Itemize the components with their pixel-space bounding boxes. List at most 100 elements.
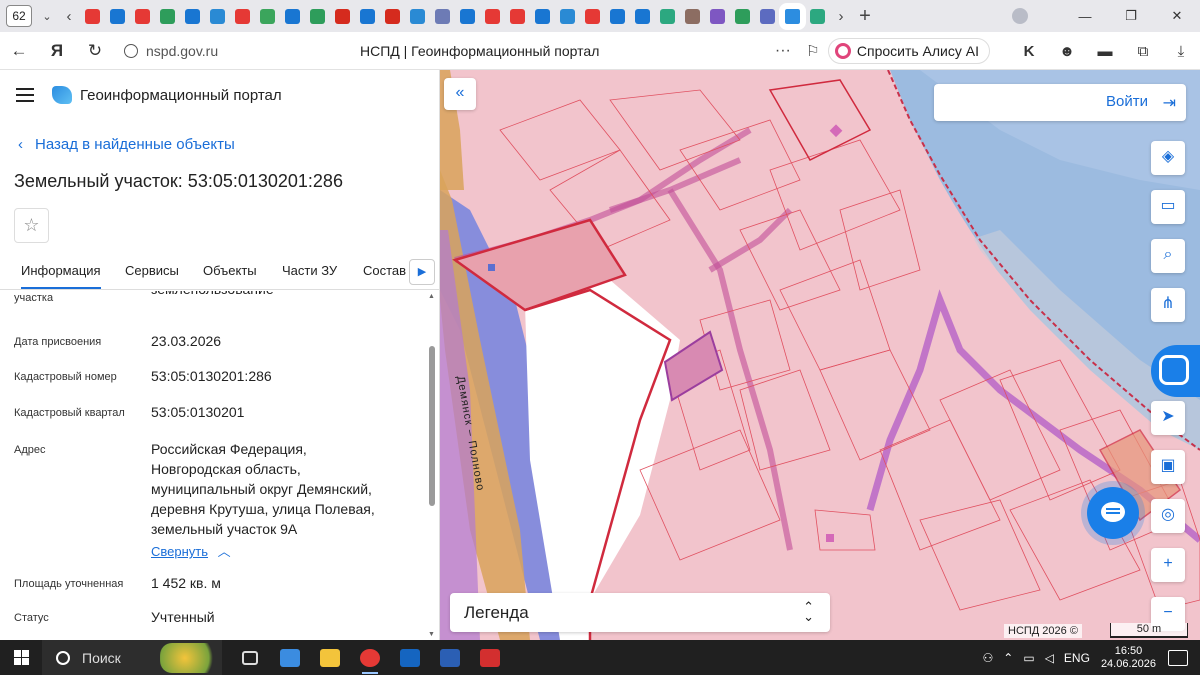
doc-icon[interactable] <box>610 8 625 24</box>
network-icon[interactable]: ▭ <box>1023 651 1034 665</box>
tabs-next-icon[interactable]: ▶ <box>409 259 435 285</box>
map-canvas[interactable] <box>440 70 1200 640</box>
downloads-icon[interactable]: ⤓ <box>1162 43 1200 60</box>
language-indicator[interactable]: ENG <box>1064 651 1090 665</box>
ask-alice-button[interactable]: Спросить Алису AI <box>827 38 990 64</box>
panel-scrollbar[interactable]: ▲ ▼ <box>428 291 436 640</box>
reload-icon[interactable]: ↻ <box>76 41 114 61</box>
bookmark-icon[interactable]: ⚐ <box>798 42 828 60</box>
tab-parts[interactable]: Части ЗУ <box>282 263 337 278</box>
puzzle-icon[interactable] <box>810 8 825 24</box>
app-icon[interactable] <box>710 8 725 24</box>
flag-icon[interactable] <box>385 8 400 24</box>
image-icon[interactable] <box>410 8 425 24</box>
tab-services[interactable]: Сервисы <box>125 263 179 278</box>
file-explorer-icon[interactable] <box>310 640 350 675</box>
locate-icon[interactable]: ➤ <box>1151 401 1185 435</box>
app-icon[interactable] <box>460 8 475 24</box>
people-icon[interactable]: ⚇ <box>983 651 994 665</box>
image-icon[interactable] <box>560 8 575 24</box>
share-icon[interactable]: ⋔ <box>1151 288 1185 322</box>
yandex-icon[interactable]: Я <box>38 41 76 61</box>
scroll-up-icon[interactable]: ▲ <box>428 293 435 300</box>
pdf-icon[interactable] <box>510 8 525 24</box>
store-icon[interactable] <box>270 640 310 675</box>
volume-icon[interactable]: ◁ <box>1045 651 1054 665</box>
feedback-badge[interactable] <box>1151 345 1200 397</box>
cadastral-map[interactable] <box>440 70 1200 640</box>
extension-k-icon[interactable]: K <box>1010 43 1048 60</box>
scroll-thumb[interactable] <box>429 346 435 506</box>
pdf-icon[interactable] <box>135 8 150 24</box>
collapse-address-link[interactable]: Свернуть ︿ <box>151 541 231 560</box>
tray-chevron-icon[interactable]: ⌃ <box>1003 651 1013 665</box>
yandex-browser-icon[interactable] <box>350 640 390 675</box>
chevron-left-icon: ‹ <box>18 136 23 153</box>
image-icon[interactable] <box>210 8 225 24</box>
check-icon[interactable] <box>260 8 275 24</box>
app-icon[interactable] <box>735 8 750 24</box>
word-icon[interactable] <box>430 640 470 675</box>
favorite-star-icon[interactable]: ☆ <box>14 208 49 243</box>
emblem-icon[interactable] <box>435 8 450 24</box>
browser-tab-strip: 62 ⌄ ‹ › + — ❐ ✕ <box>0 0 1200 32</box>
menu-icon[interactable] <box>16 88 34 102</box>
extension-dark-icon[interactable]: ▬ <box>1086 43 1124 60</box>
chat-button[interactable] <box>1087 487 1139 539</box>
scroll-down-icon[interactable]: ▼ <box>428 631 435 638</box>
restore-icon[interactable]: ❐ <box>1108 8 1154 24</box>
print-icon[interactable]: ▣ <box>1151 450 1185 484</box>
login-button[interactable]: Войти ⇥ <box>934 84 1186 121</box>
app-icon[interactable] <box>285 8 300 24</box>
collapse-panel-icon[interactable]: « <box>444 78 476 110</box>
task-view-icon[interactable] <box>230 640 270 675</box>
back-to-results-link[interactable]: ‹ Назад в найденные объекты <box>18 136 235 153</box>
search-area-icon[interactable]: ⌕ <box>1151 239 1185 273</box>
pdf-icon[interactable] <box>485 8 500 24</box>
outlook-icon[interactable] <box>390 640 430 675</box>
property-label: участка <box>14 292 54 304</box>
flag-icon[interactable] <box>335 8 350 24</box>
tab-objects[interactable]: Объекты <box>203 263 257 278</box>
close-window-icon[interactable]: ✕ <box>1154 8 1200 24</box>
point-marker-3 <box>488 264 495 271</box>
pdf-icon[interactable] <box>85 8 100 24</box>
extensions-puzzle-icon[interactable]: ⧉ <box>1124 43 1162 60</box>
portal-icon[interactable] <box>779 2 806 30</box>
app-icon[interactable] <box>760 8 775 24</box>
tab-composition[interactable]: Состав <box>363 263 406 278</box>
tab-information[interactable]: Информация <box>21 263 101 289</box>
chat-icon[interactable] <box>635 8 650 24</box>
minimize-icon[interactable]: — <box>1062 9 1108 24</box>
windows-start-icon[interactable] <box>0 640 42 675</box>
doc-icon[interactable] <box>160 8 175 24</box>
doc-icon[interactable] <box>310 8 325 24</box>
extension-avatar-icon[interactable]: ☻ <box>1048 43 1086 60</box>
tabs-scroll-right-icon[interactable]: › <box>830 8 852 25</box>
puzzle-icon[interactable] <box>660 8 675 24</box>
tab-list-chevron-icon[interactable]: ⌄ <box>36 10 58 23</box>
app-icon[interactable] <box>535 8 550 24</box>
layers-icon[interactable]: ◈ <box>1151 141 1185 175</box>
notifications-icon[interactable] <box>1168 649 1188 666</box>
legend-dropdown[interactable]: Легенда ⌃ ⌄ <box>450 593 830 632</box>
pdf-icon[interactable] <box>585 8 600 24</box>
site-info-icon[interactable] <box>124 43 138 58</box>
mail-icon[interactable] <box>185 8 200 24</box>
url-field[interactable]: nspd.gov.ru <box>146 43 356 59</box>
new-tab-icon[interactable]: + <box>852 5 878 28</box>
mail-icon[interactable] <box>360 8 375 24</box>
app-icon[interactable] <box>110 8 125 24</box>
acrobat-icon[interactable] <box>470 640 510 675</box>
avatar-icon[interactable] <box>685 8 700 24</box>
ruler-icon[interactable]: ▭ <box>1151 190 1185 224</box>
profile-icon[interactable] <box>1012 8 1028 24</box>
back-arrow-icon[interactable]: ← <box>0 41 38 61</box>
more-dots-icon[interactable]: ··· <box>768 42 798 60</box>
geo-search-icon[interactable]: ◎ <box>1151 499 1185 533</box>
pdf-icon[interactable] <box>235 8 250 24</box>
tab-count-badge[interactable]: 62 <box>6 5 32 27</box>
zoom-in-icon[interactable]: + <box>1151 548 1185 582</box>
clock[interactable]: 16:50 24.06.2026 <box>1101 645 1156 671</box>
tabs-scroll-left-icon[interactable]: ‹ <box>58 8 80 25</box>
